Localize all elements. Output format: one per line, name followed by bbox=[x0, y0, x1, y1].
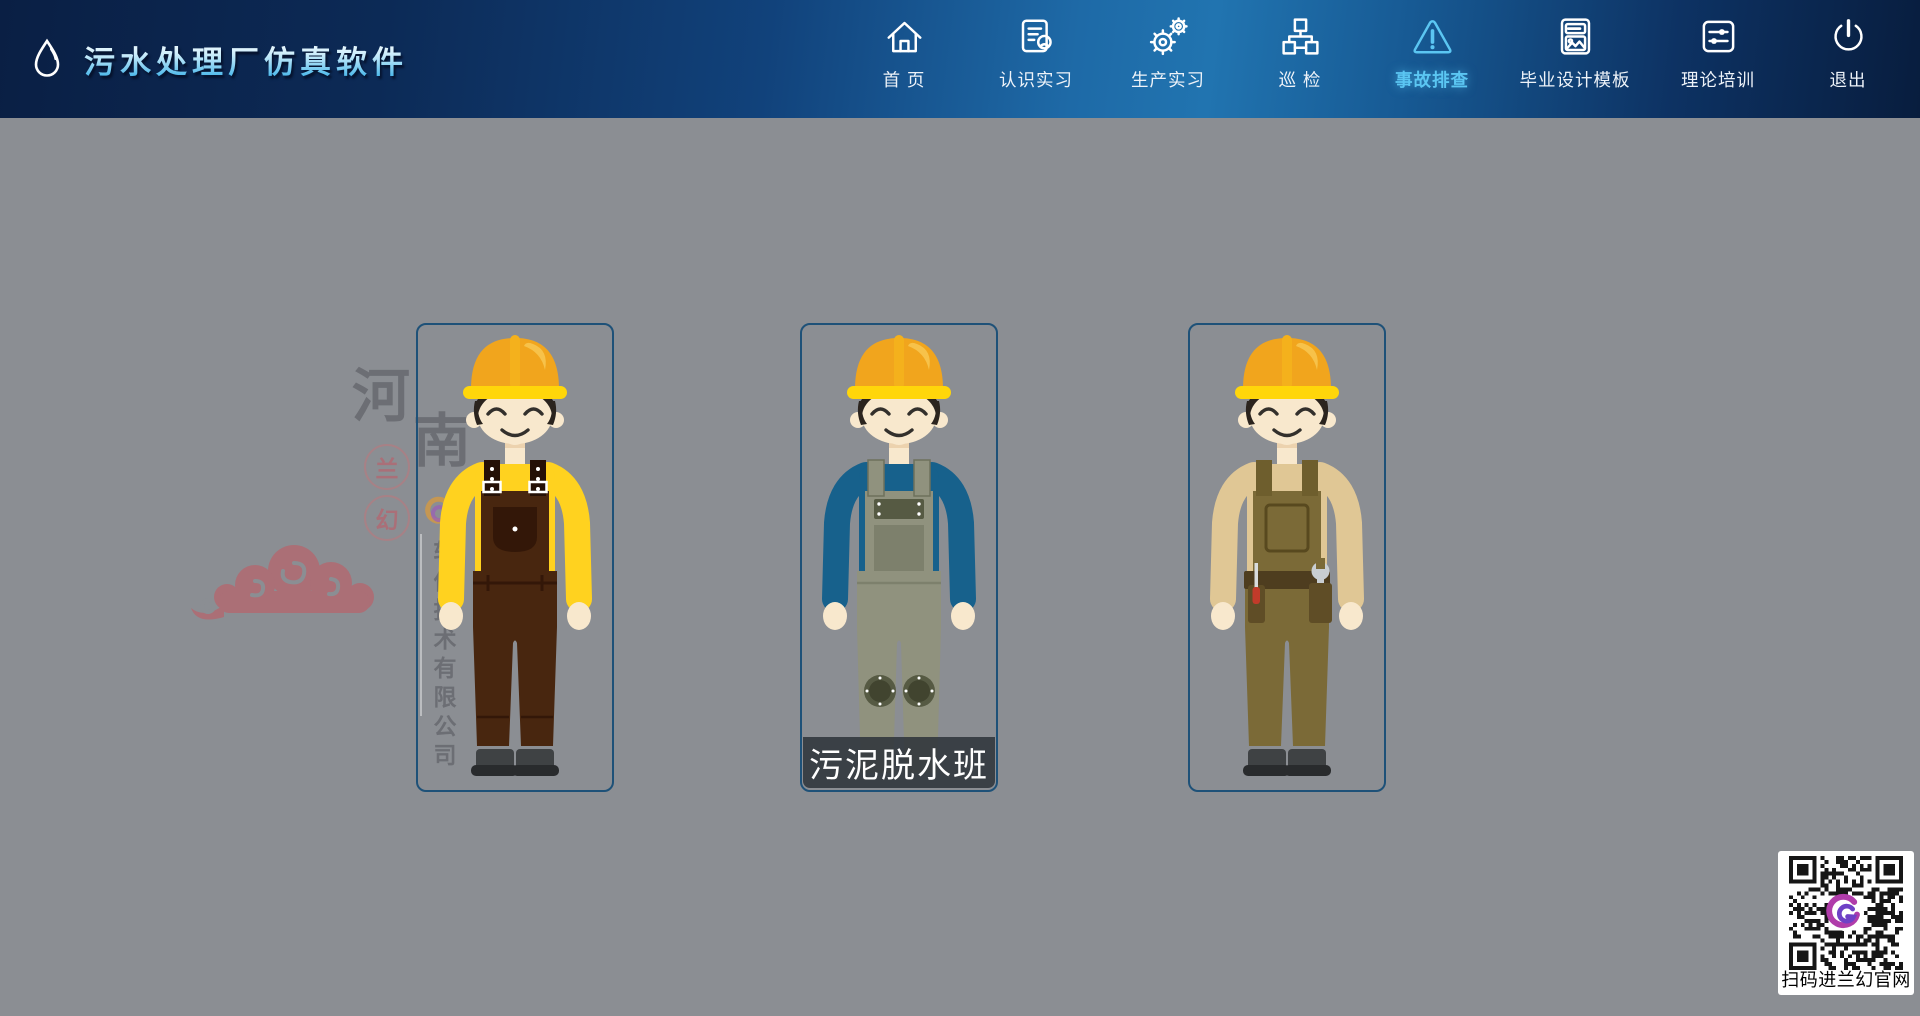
nav-item-theory-training[interactable]: 理论培训 bbox=[1653, 0, 1783, 118]
nav-item-accident-investigation[interactable]: 事故排查 bbox=[1367, 0, 1497, 118]
worker-avatar-3 bbox=[1190, 325, 1384, 790]
qr-caption: 扫码进兰幻官网 bbox=[1778, 966, 1914, 992]
worker-avatar-2 bbox=[802, 325, 996, 790]
warning-triangle-icon bbox=[1410, 13, 1455, 60]
nav-item-cognition-practice[interactable]: 认识实习 bbox=[971, 0, 1101, 118]
nav-item-graduation-design-template[interactable]: 毕业设计模板 bbox=[1505, 0, 1645, 118]
nav-item-home[interactable]: 首 页 bbox=[839, 0, 969, 118]
nav-item-production-practice[interactable]: 生产实习 bbox=[1103, 0, 1233, 118]
watermark-char-henan-1: 河 bbox=[352, 368, 410, 426]
design-template-icon bbox=[1553, 13, 1598, 60]
worker-card-1[interactable] bbox=[416, 323, 614, 792]
nav-item-inspection[interactable]: 巡 检 bbox=[1235, 0, 1365, 118]
qr-panel: 扫码进兰幻官网 bbox=[1778, 851, 1914, 995]
nav-item-exit[interactable]: 退出 bbox=[1783, 0, 1913, 118]
gears-icon bbox=[1146, 13, 1191, 60]
sitemap-icon bbox=[1278, 13, 1323, 60]
team-label: 污泥脱水班 bbox=[803, 737, 995, 788]
top-nav-bar: 污水处理厂仿真软件 首 页 认识实习 生产实习 巡 检 bbox=[0, 0, 1920, 118]
worker-card-3[interactable] bbox=[1188, 323, 1386, 792]
qr-code bbox=[1786, 856, 1906, 970]
water-drop-logo bbox=[26, 34, 68, 84]
home-icon bbox=[882, 13, 927, 60]
worker-card-sludge-dewatering[interactable]: 污泥脱水班 bbox=[800, 323, 998, 792]
sliders-icon bbox=[1696, 13, 1741, 60]
app-title: 污水处理厂仿真软件 bbox=[84, 37, 408, 82]
power-icon bbox=[1826, 13, 1871, 60]
document-search-icon bbox=[1014, 13, 1059, 60]
worker-avatar-1 bbox=[418, 325, 612, 790]
watermark-seal-lan: 兰 bbox=[364, 444, 410, 490]
brand: 污水处理厂仿真软件 bbox=[26, 0, 408, 118]
cloud-ornament bbox=[188, 533, 404, 629]
